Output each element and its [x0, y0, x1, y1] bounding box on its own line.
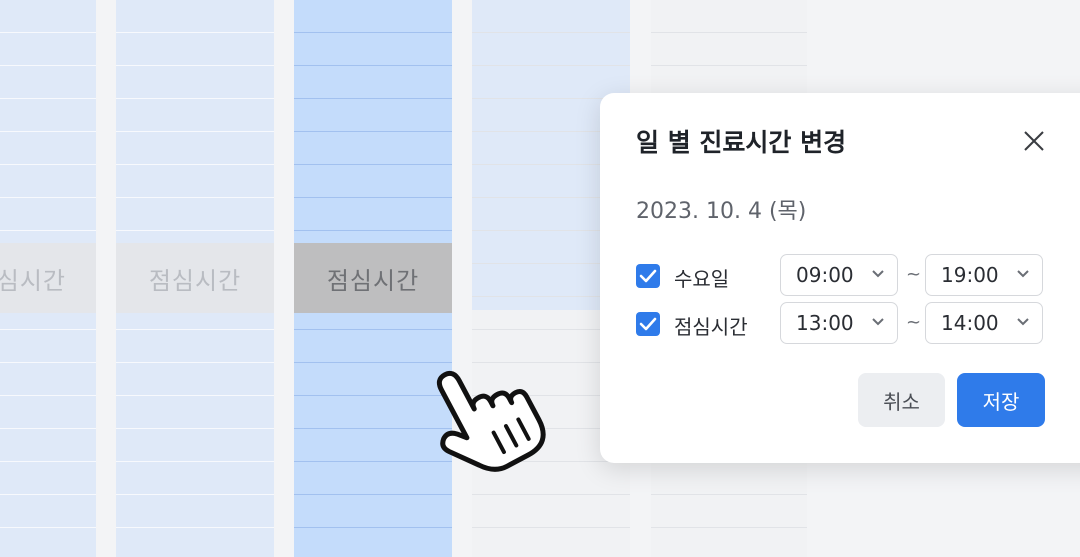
selected-date: 2023. 10. 4 (목) [636, 199, 807, 224]
select-value: 13:00 [796, 311, 854, 335]
chevron-down-icon [1017, 270, 1029, 278]
weekday-checkbox[interactable] [636, 264, 660, 288]
save-button[interactable]: 저장 [957, 373, 1045, 427]
lunch-label: 점심시간 [674, 315, 748, 339]
lunch-block-selected: 점심시간 [294, 243, 452, 313]
weekday-label: 수요일 [674, 267, 730, 291]
lunch-checkbox[interactable] [636, 312, 660, 336]
hand-pointer-icon [418, 356, 548, 474]
select-value: 19:00 [941, 263, 999, 287]
schedule-column-2[interactable]: 점심시간 [116, 0, 274, 557]
chevron-down-icon [872, 270, 884, 278]
select-value: 09:00 [796, 263, 854, 287]
chevron-down-icon [1017, 318, 1029, 326]
chevron-down-icon [872, 318, 884, 326]
close-icon[interactable] [1018, 125, 1050, 157]
lunch-block: 점심시간 [116, 243, 274, 313]
check-icon [639, 269, 657, 283]
lunch-start-select[interactable]: 13:00 [780, 302, 898, 344]
check-icon [639, 317, 657, 331]
lunch-block: 심시간 [0, 243, 96, 313]
change-hours-dialog: 일 별 진료시간 변경 2023. 10. 4 (목) 수요일 09:00 ~ … [600, 93, 1080, 463]
hours-row-lunch: 점심시간 13:00 ~ 14:00 [636, 302, 1080, 346]
dialog-title: 일 별 진료시간 변경 [636, 128, 847, 157]
schedule-column-1[interactable]: 심시간 [0, 0, 96, 557]
cancel-button[interactable]: 취소 [858, 373, 945, 427]
range-separator: ~ [906, 312, 922, 333]
weekday-end-select[interactable]: 19:00 [925, 254, 1043, 296]
select-value: 14:00 [941, 311, 999, 335]
weekday-start-select[interactable]: 09:00 [780, 254, 898, 296]
range-separator: ~ [906, 264, 922, 285]
hours-row-weekday: 수요일 09:00 ~ 19:00 [636, 254, 1080, 298]
lunch-end-select[interactable]: 14:00 [925, 302, 1043, 344]
